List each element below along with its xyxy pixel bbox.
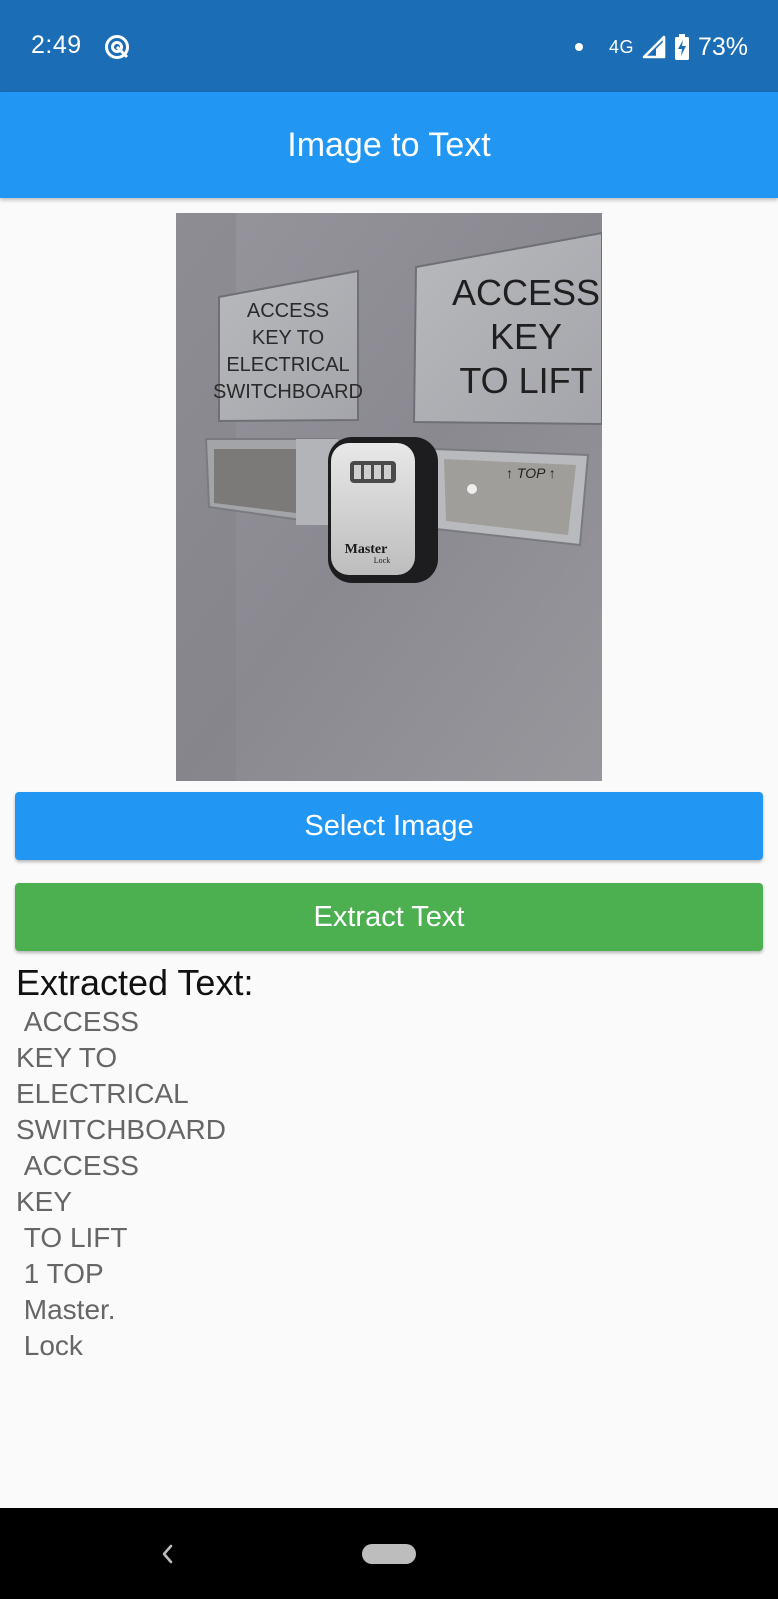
box-label: ↑ TOP ↑ bbox=[506, 465, 556, 481]
dot-icon bbox=[574, 43, 583, 51]
network-type: 4G bbox=[608, 36, 634, 57]
sign-left: ACCESS KEY TO ELECTRICAL SWITCHBOARD bbox=[213, 269, 363, 423]
master-lock: Master Lock bbox=[328, 437, 438, 583]
selected-image: ACCESS KEY TO ELECTRICAL SWITCHBOARD ACC… bbox=[176, 213, 602, 781]
sign-left-line: ELECTRICAL bbox=[226, 354, 349, 376]
empty-key-box-right: ↑ TOP ↑ bbox=[432, 447, 590, 547]
sign-left-line: SWITCHBOARD bbox=[213, 381, 363, 403]
sign-right-line: ACCESS bbox=[452, 272, 600, 313]
lock-brand-sub: Lock bbox=[374, 556, 390, 565]
sign-left-line: KEY TO bbox=[252, 327, 324, 349]
extracted-text-heading: Extracted Text: bbox=[16, 962, 254, 1003]
lock-brand: Master bbox=[345, 542, 388, 557]
select-image-label: Select Image bbox=[304, 809, 474, 842]
sign-right: ACCESS KEY TO LIFT bbox=[412, 231, 602, 426]
battery-percent: 73% bbox=[697, 32, 748, 61]
sign-right-line: KEY bbox=[490, 316, 562, 357]
extract-text-button[interactable]: Extract Text bbox=[15, 883, 763, 951]
signal-icon bbox=[642, 35, 666, 59]
select-image-button[interactable]: Select Image bbox=[15, 792, 763, 860]
back-icon[interactable] bbox=[158, 1541, 178, 1567]
status-time: 2:49 bbox=[31, 31, 82, 59]
extract-text-label: Extract Text bbox=[313, 900, 465, 933]
sign-left-line: ACCESS bbox=[247, 300, 329, 322]
page-title: Image to Text bbox=[287, 125, 491, 164]
home-pill-icon[interactable] bbox=[362, 1544, 416, 1564]
status-indicators: 4G 73% bbox=[574, 31, 748, 63]
battery-charging-icon bbox=[674, 34, 689, 60]
sign-right-line: TO LIFT bbox=[459, 360, 592, 401]
extracted-text: ACCESS KEY TO ELECTRICAL SWITCHBOARD ACC… bbox=[16, 1006, 226, 1361]
status-bar: 2:49 4G 73% bbox=[0, 0, 778, 92]
app-bar: Image to Text bbox=[0, 92, 778, 198]
sync-icon bbox=[105, 35, 129, 59]
